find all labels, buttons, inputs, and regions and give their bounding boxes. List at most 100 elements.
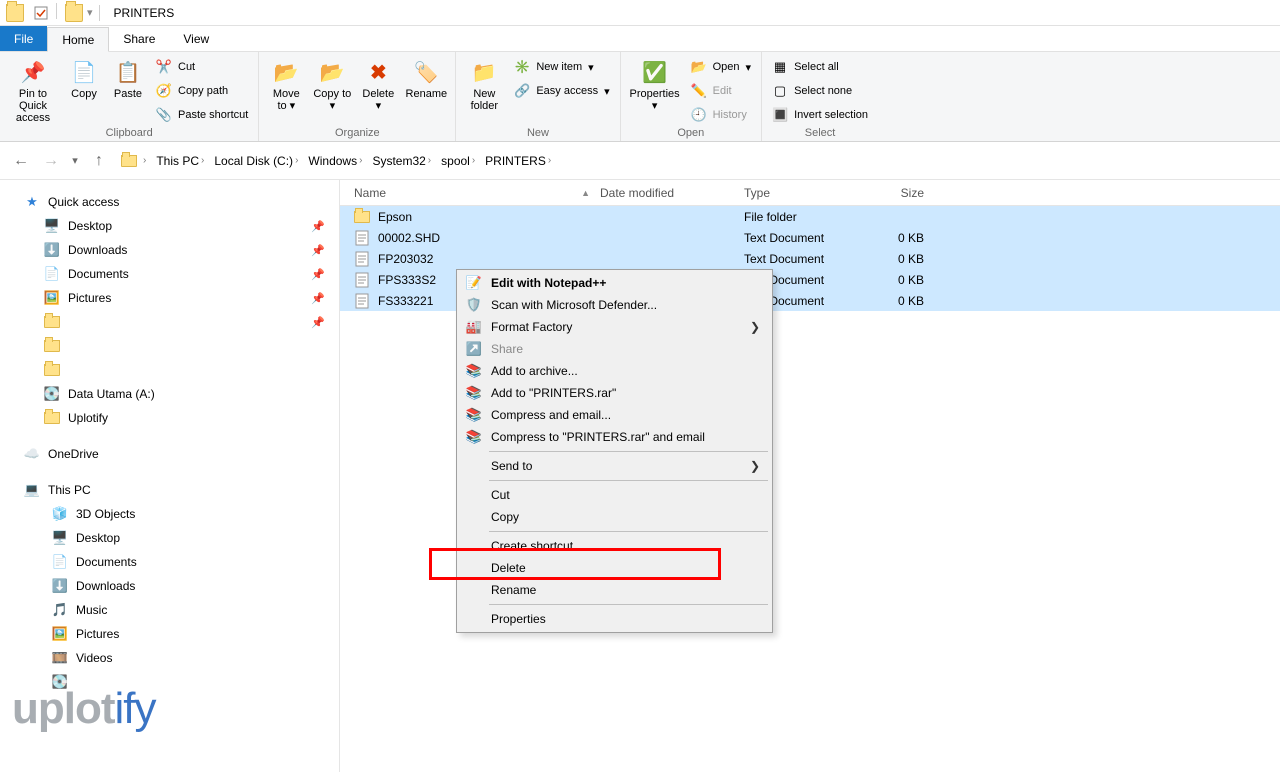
column-type[interactable]: Type: [744, 186, 864, 200]
file-size: 0 KB: [864, 231, 934, 245]
select-none-button[interactable]: ▢Select none: [768, 80, 872, 102]
crumb-local-disk[interactable]: Local Disk (C:)›: [210, 150, 302, 172]
sidebar-item-documents-2[interactable]: 📄Documents: [12, 550, 339, 574]
delete-button[interactable]: ✖ Delete ▾: [357, 56, 399, 114]
sidebar-item-downloads-2[interactable]: ⬇️Downloads: [12, 574, 339, 598]
cm-share[interactable]: ↗️Share: [459, 338, 770, 360]
table-row[interactable]: FP203032 Text Document 0 KB: [340, 248, 1280, 269]
documents-icon: 📄: [44, 266, 60, 282]
tab-file[interactable]: File: [0, 26, 47, 51]
select-all-button[interactable]: ▦Select all: [768, 56, 872, 78]
cm-rename[interactable]: Rename: [459, 579, 770, 601]
pin-to-quick-access-button[interactable]: 📌 Pin to Quick access: [6, 56, 60, 126]
watermark-b: ify: [115, 684, 156, 733]
back-button[interactable]: ←: [8, 148, 34, 174]
edit-icon: ✏️: [691, 83, 707, 99]
cm-cut[interactable]: Cut: [459, 484, 770, 506]
forward-button[interactable]: →: [38, 148, 64, 174]
crumb-label: PRINTERS: [485, 154, 546, 168]
breadcrumb[interactable]: › This PC› Local Disk (C:)› Windows› Sys…: [116, 148, 560, 174]
sidebar-item-desktop-2[interactable]: 🖥️Desktop: [12, 526, 339, 550]
pictures-icon: 🖼️: [52, 626, 68, 642]
sidebar-item-videos[interactable]: 🎞️Videos: [12, 646, 339, 670]
sidebar-item-label: Documents: [76, 555, 137, 569]
history-button[interactable]: 🕘History: [687, 104, 755, 126]
chevron-right-icon: ›: [143, 155, 146, 166]
sidebar-item-pinned-2[interactable]: [12, 334, 339, 358]
sidebar-quick-access[interactable]: ★ Quick access: [12, 190, 339, 214]
cut-button[interactable]: ✂️Cut: [152, 56, 252, 78]
tab-view[interactable]: View: [169, 26, 223, 51]
cm-label: Create shortcut: [491, 539, 573, 553]
sidebar-onedrive[interactable]: ☁️OneDrive: [12, 442, 339, 466]
tab-share[interactable]: Share: [109, 26, 169, 51]
sidebar-item-3d-objects[interactable]: 🧊3D Objects: [12, 502, 339, 526]
cm-copy[interactable]: Copy: [459, 506, 770, 528]
column-name[interactable]: Name▲: [340, 186, 600, 200]
move-to-button[interactable]: 📂 Move to ▾: [265, 56, 307, 114]
cm-format-factory[interactable]: 🏭Format Factory❯: [459, 316, 770, 338]
column-modified[interactable]: Date modified: [600, 186, 744, 200]
crumb-windows[interactable]: Windows›: [304, 150, 366, 172]
sidebar-item-pictures[interactable]: 🖼️Pictures📌: [12, 286, 339, 310]
table-row[interactable]: Epson File folder: [340, 206, 1280, 227]
cm-compress-email[interactable]: 📚Compress and email...: [459, 404, 770, 426]
sidebar-item-uplotify[interactable]: Uplotify: [12, 406, 339, 430]
copy-path-button[interactable]: 🧭Copy path: [152, 80, 252, 102]
tab-home[interactable]: Home: [47, 27, 109, 52]
sidebar-item-desktop[interactable]: 🖥️Desktop📌: [12, 214, 339, 238]
cm-send-to[interactable]: Send to❯: [459, 455, 770, 477]
cm-scan-defender[interactable]: 🛡️Scan with Microsoft Defender...: [459, 294, 770, 316]
sidebar-item-downloads[interactable]: ⬇️Downloads📌: [12, 238, 339, 262]
column-size[interactable]: Size: [864, 186, 934, 200]
copy-button[interactable]: 📄 Copy: [64, 56, 104, 102]
ribbon-group-select: ▦Select all ▢Select none 🔳Invert selecti…: [761, 52, 878, 141]
folder-icon: [44, 412, 60, 424]
qat-folder-btn[interactable]: [30, 3, 52, 23]
properties-button[interactable]: ✅ Properties ▾: [627, 56, 683, 114]
qat-dropdown-icon[interactable]: ▾: [87, 6, 93, 19]
paste-button[interactable]: 📋 Paste: [108, 56, 148, 102]
sidebar-item-pictures-2[interactable]: 🖼️Pictures: [12, 622, 339, 646]
sidebar-item-data-utama[interactable]: 💽Data Utama (A:): [12, 382, 339, 406]
cm-create-shortcut[interactable]: Create shortcut: [459, 535, 770, 557]
cm-label: Properties: [491, 612, 546, 626]
crumb-this-pc[interactable]: This PC›: [152, 150, 208, 172]
table-row[interactable]: 00002.SHD Text Document 0 KB: [340, 227, 1280, 248]
qat-separator: [56, 3, 57, 19]
pin-icon: 📌: [19, 58, 47, 86]
crumb-printers[interactable]: PRINTERS›: [481, 150, 555, 172]
open-button[interactable]: 📂Open ▾: [687, 56, 755, 78]
address-bar-row: ← → ▾ ↑ › This PC› Local Disk (C:)› Wind…: [0, 142, 1280, 180]
cm-properties[interactable]: Properties: [459, 608, 770, 630]
cm-add-archive[interactable]: 📚Add to archive...: [459, 360, 770, 382]
rename-button[interactable]: 🏷️ Rename: [403, 56, 449, 102]
new-folder-button[interactable]: 📁 New folder: [462, 56, 506, 114]
title-bar: ▾ PRINTERS: [0, 0, 1280, 26]
sidebar-item-pinned-1[interactable]: 📌: [12, 310, 339, 334]
crumb-system32[interactable]: System32›: [368, 150, 435, 172]
app-folder-icon: [6, 4, 24, 22]
crumb-spool[interactable]: spool›: [437, 150, 479, 172]
edit-button[interactable]: ✏️Edit: [687, 80, 755, 102]
ribbon-tabs: File Home Share View: [0, 26, 1280, 52]
new-item-button[interactable]: ✳️New item ▾: [510, 56, 613, 78]
paste-shortcut-button[interactable]: 📎Paste shortcut: [152, 104, 252, 126]
select-group-label: Select: [768, 127, 872, 141]
invert-selection-button[interactable]: 🔳Invert selection: [768, 104, 872, 126]
cm-add-printers-rar[interactable]: 📚Add to "PRINTERS.rar": [459, 382, 770, 404]
cm-compress-printers-email[interactable]: 📚Compress to "PRINTERS.rar" and email: [459, 426, 770, 448]
drive-icon: 💽: [44, 386, 60, 402]
recent-locations-button[interactable]: ▾: [68, 148, 82, 174]
downloads-icon: ⬇️: [44, 242, 60, 258]
up-button[interactable]: ↑: [86, 148, 112, 174]
sidebar-this-pc[interactable]: 💻This PC: [12, 478, 339, 502]
cm-edit-notepadpp[interactable]: 📝Edit with Notepad++: [459, 272, 770, 294]
cm-delete[interactable]: Delete: [459, 557, 770, 579]
cm-separator: [489, 604, 768, 605]
sidebar-item-pinned-3[interactable]: [12, 358, 339, 382]
easy-access-button[interactable]: 🔗Easy access ▾: [510, 80, 613, 102]
sidebar-item-documents[interactable]: 📄Documents📌: [12, 262, 339, 286]
copy-to-button[interactable]: 📂 Copy to ▾: [311, 56, 353, 114]
sidebar-item-music[interactable]: 🎵Music: [12, 598, 339, 622]
